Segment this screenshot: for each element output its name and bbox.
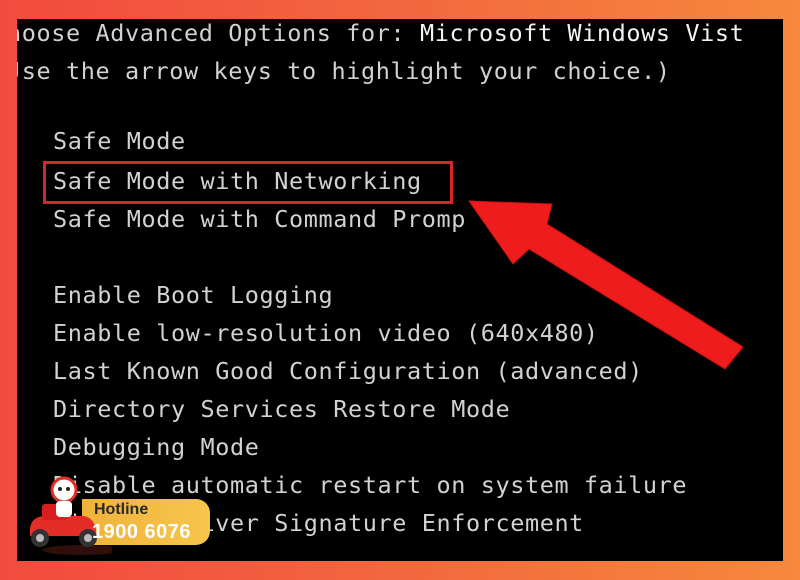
hotline-badge[interactable]: Hotline 1900 6076 bbox=[22, 470, 212, 560]
hotline-label: Hotline bbox=[94, 501, 149, 518]
hotline-number[interactable]: 1900 6076 bbox=[92, 521, 191, 544]
